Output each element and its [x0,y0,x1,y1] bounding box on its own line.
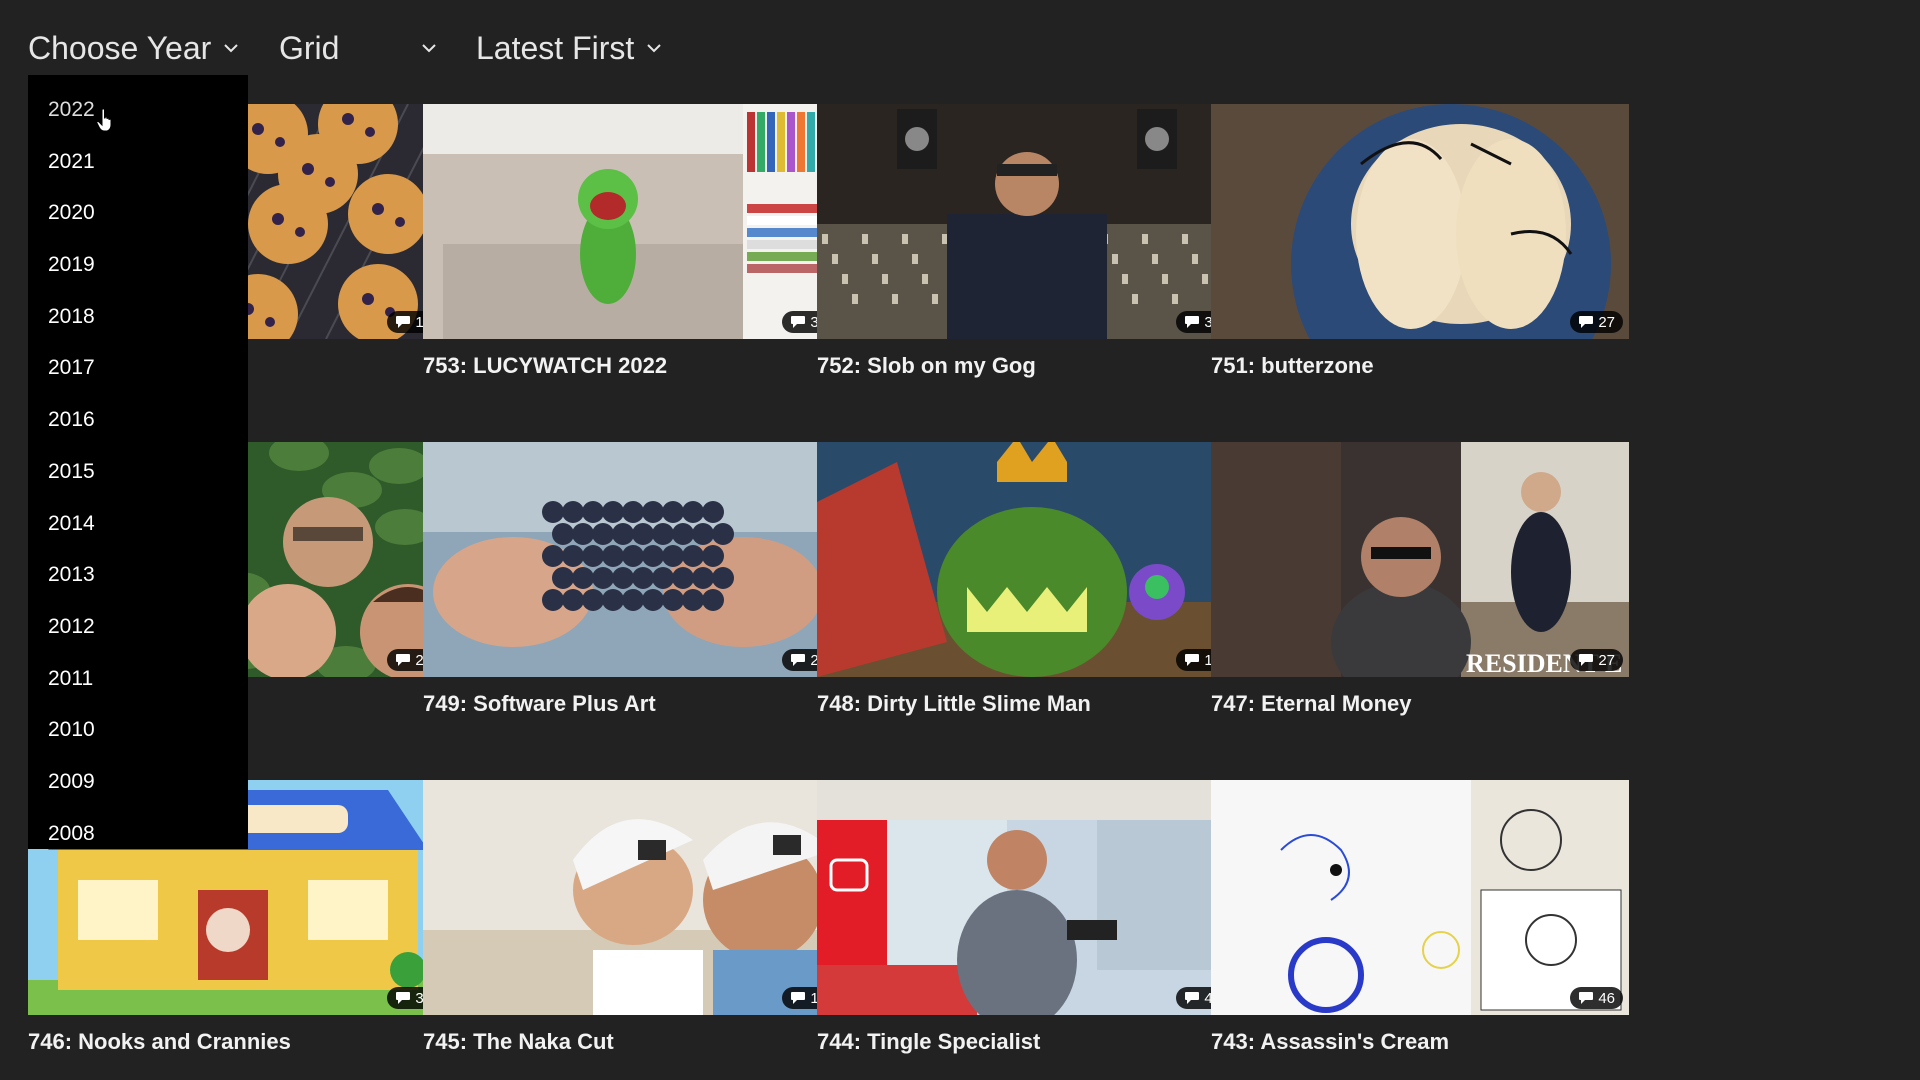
comment-bubble-icon [791,992,806,1004]
comment-count: 46 [1598,989,1615,1007]
episode-title[interactable]: 751: butterzone [1211,353,1629,379]
episode-thumbnail-image [817,780,1235,1015]
episode-card[interactable]: 13 745: The Naka Cut [423,780,841,1055]
episode-thumbnail[interactable]: 13 [423,780,841,1015]
comment-bubble-icon [791,316,806,328]
year-option[interactable]: 2012 [28,602,248,654]
episode-title[interactable]: 747: Eternal Money [1211,691,1629,717]
year-option[interactable]: 2022 [28,85,248,137]
comment-bubble-icon [791,654,806,666]
episode-title[interactable]: 745: The Naka Cut [423,1029,841,1055]
year-option[interactable]: 2020 [28,188,248,240]
episode-title[interactable]: 752: Slob on my Gog [817,353,1235,379]
year-option[interactable]: 2011 [28,654,248,706]
episode-thumbnail-image: RESIDENT E [1211,442,1629,677]
episode-thumbnail[interactable]: 14 [817,442,1235,677]
sort-filter-label: Latest First [476,29,635,66]
episode-title[interactable]: 746: Nooks and Crannies [28,1029,446,1055]
comment-bubble-icon [396,316,411,328]
year-option[interactable]: 2013 [28,550,248,602]
comment-count: 27 [1598,651,1615,669]
comment-bubble-icon [1579,316,1594,328]
episode-card[interactable]: RESIDENT E 27 747: Eternal Money [1211,442,1629,717]
view-filter-label: Grid [279,29,340,66]
episode-card[interactable]: 25 749: Software Plus Art [423,442,841,717]
episode-card[interactable]: 27 751: butterzone [1211,104,1629,379]
sort-filter-select[interactable]: Latest First [476,28,664,68]
episode-thumbnail-image [1211,104,1629,339]
episode-title[interactable]: 749: Software Plus Art [423,691,841,717]
episode-title[interactable]: 744: Tingle Specialist [817,1029,1235,1055]
episode-thumbnail-image [423,442,841,677]
episode-thumbnail-image [817,104,1235,339]
comment-bubble-icon [1579,992,1594,1004]
episode-thumbnail[interactable]: RESIDENT E 27 [1211,442,1629,677]
year-option[interactable]: 2008 [28,809,248,861]
hand-pointer-icon [96,108,112,132]
view-filter-select[interactable]: Grid [279,28,439,68]
comment-bubble-icon [396,654,411,666]
comment-bubble-icon [1579,654,1594,666]
chevron-down-icon [419,38,439,58]
episode-card[interactable]: 41 744: Tingle Specialist [817,780,1235,1055]
episode-title[interactable]: 748: Dirty Little Slime Man [817,691,1235,717]
comment-count-badge: 27 [1570,311,1623,333]
year-option[interactable]: 2010 [28,705,248,757]
comment-bubble-icon [396,992,411,1004]
year-option[interactable]: 2016 [28,395,248,447]
episode-card[interactable]: 31 752: Slob on my Gog [817,104,1235,379]
episode-title[interactable]: 753: LUCYWATCH 2022 [423,353,841,379]
year-filter-label: Choose Year [28,29,212,66]
episode-thumbnail[interactable]: 27 [1211,104,1629,339]
episode-card[interactable]: 14 748: Dirty Little Slime Man [817,442,1235,717]
comment-count-badge: 46 [1570,987,1623,1009]
year-option[interactable]: 2015 [28,447,248,499]
year-dropdown-menu: 2022 2021 2020 2019 2018 2017 2016 2015 2014 2013… [28,75,248,849]
year-option[interactable]: 2018 [28,292,248,344]
year-filter-select[interactable]: Choose Year [28,28,241,68]
episode-title[interactable]: 743: Assassin's Cream [1211,1029,1629,1055]
year-option[interactable]: 2014 [28,499,248,551]
episode-thumbnail[interactable]: 25 [423,442,841,677]
episode-thumbnail-image [817,442,1235,677]
episode-thumbnail-image [1211,780,1629,1015]
episode-thumbnail[interactable]: 30 [423,104,841,339]
episode-card[interactable]: 46 743: Assassin's Cream [1211,780,1629,1055]
episode-thumbnail[interactable]: 41 [817,780,1235,1015]
episode-card[interactable]: 30 753: LUCYWATCH 2022 [423,104,841,379]
comment-count-badge: 27 [1570,649,1623,671]
episode-thumbnail[interactable]: 31 [817,104,1235,339]
comment-count: 27 [1598,313,1615,331]
comment-bubble-icon [1185,316,1200,328]
comment-bubble-icon [1185,654,1200,666]
episode-thumbnail-image [423,780,841,1015]
year-option[interactable]: 2019 [28,240,248,292]
episode-thumbnail-image [423,104,841,339]
comment-bubble-icon [1185,992,1200,1004]
year-option[interactable]: 2021 [28,137,248,189]
chevron-down-icon [644,38,664,58]
year-option[interactable]: 2017 [28,343,248,395]
episode-thumbnail[interactable]: 46 [1211,780,1629,1015]
filter-toolbar: Choose Year Grid Latest First [0,0,1920,100]
chevron-down-icon [221,38,241,58]
year-option[interactable]: 2009 [28,757,248,809]
